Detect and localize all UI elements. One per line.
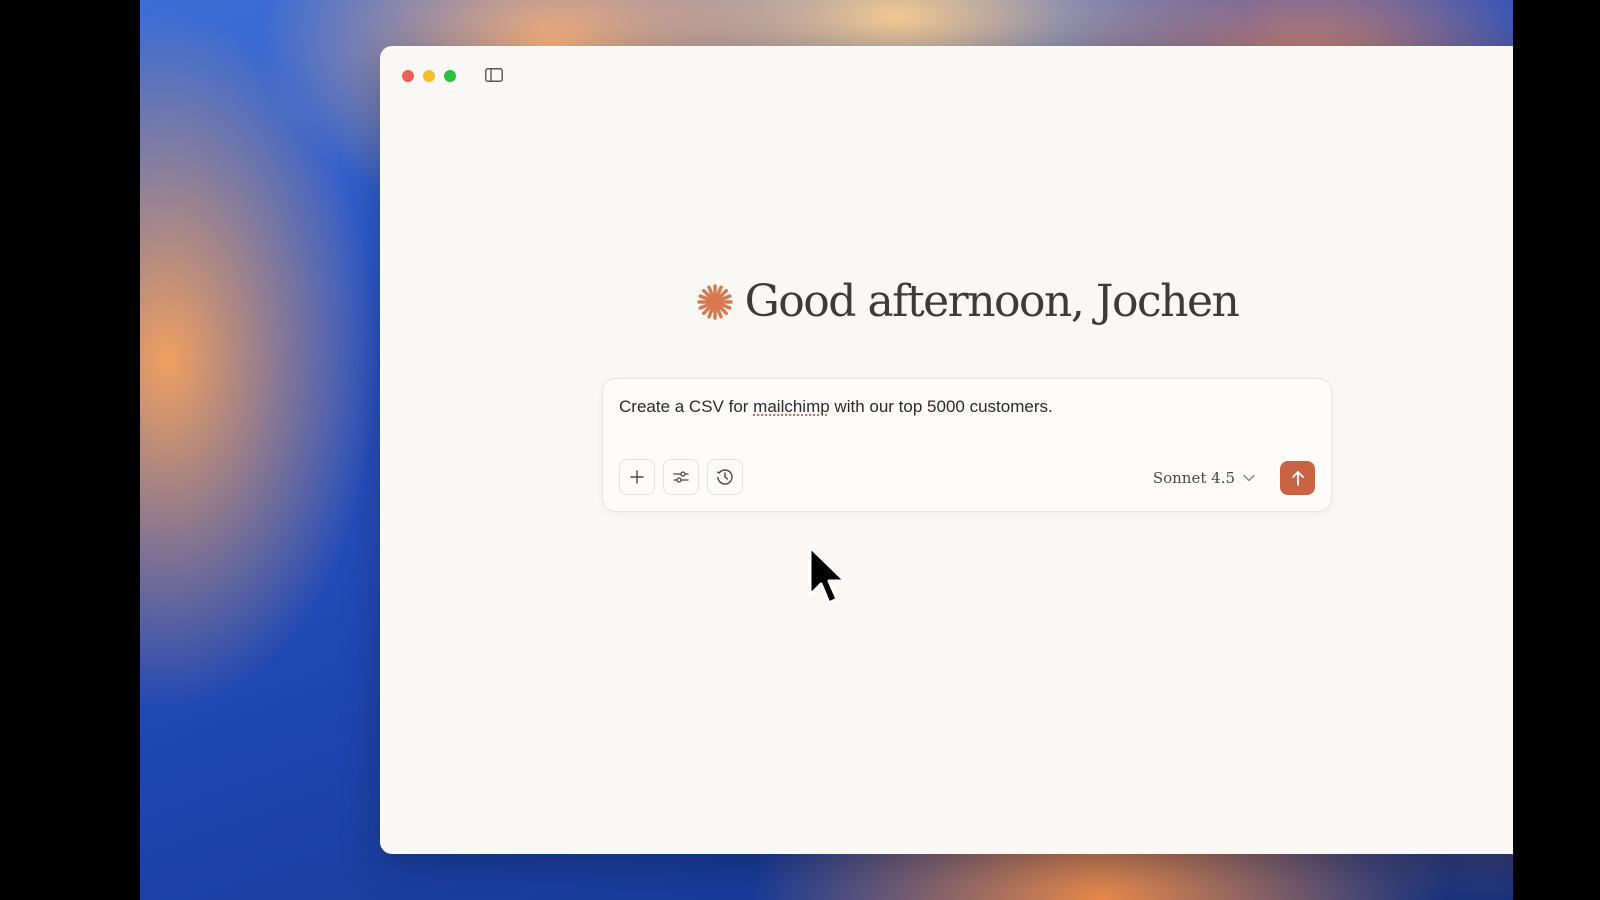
chevron-down-icon xyxy=(1243,474,1255,482)
add-attachment-button[interactable] xyxy=(619,459,655,495)
spark-logo-icon xyxy=(696,283,733,320)
greeting: Good afternoon, Jochen xyxy=(380,276,1513,327)
minimize-window-button[interactable] xyxy=(423,70,435,82)
arrow-up-icon xyxy=(1291,471,1304,486)
misspelled-word[interactable]: mailchimp xyxy=(753,397,830,416)
plus-icon xyxy=(630,470,644,484)
message-text-start: Create a CSV for xyxy=(619,397,754,416)
message-composer[interactable]: Create a CSV for mailchimp with our top … xyxy=(602,378,1332,512)
history-button[interactable] xyxy=(707,459,743,495)
composer-toolbar xyxy=(619,459,743,495)
window-controls xyxy=(402,70,456,82)
greeting-text: Good afternoon, Jochen xyxy=(744,276,1240,327)
tools-settings-button[interactable] xyxy=(663,459,699,495)
mouse-cursor-icon xyxy=(808,545,847,605)
model-selector[interactable]: Sonnet 4.5 xyxy=(1153,469,1255,487)
message-text-end: with our top 5000 customers. xyxy=(829,397,1053,416)
ghost-icon[interactable] xyxy=(1511,64,1513,86)
close-window-button[interactable] xyxy=(402,70,414,82)
sliders-icon xyxy=(673,471,689,483)
app-window: Good afternoon, Jochen Create a CSV for … xyxy=(380,46,1513,854)
send-button[interactable] xyxy=(1280,461,1315,495)
clock-icon xyxy=(716,469,733,485)
model-name: Sonnet 4.5 xyxy=(1152,469,1235,487)
sidebar-toggle-icon[interactable] xyxy=(485,68,503,82)
desktop-wallpaper: Good afternoon, Jochen Create a CSV for … xyxy=(140,0,1513,900)
message-input[interactable]: Create a CSV for mailchimp with our top … xyxy=(619,397,1053,417)
maximize-window-button[interactable] xyxy=(444,70,456,82)
